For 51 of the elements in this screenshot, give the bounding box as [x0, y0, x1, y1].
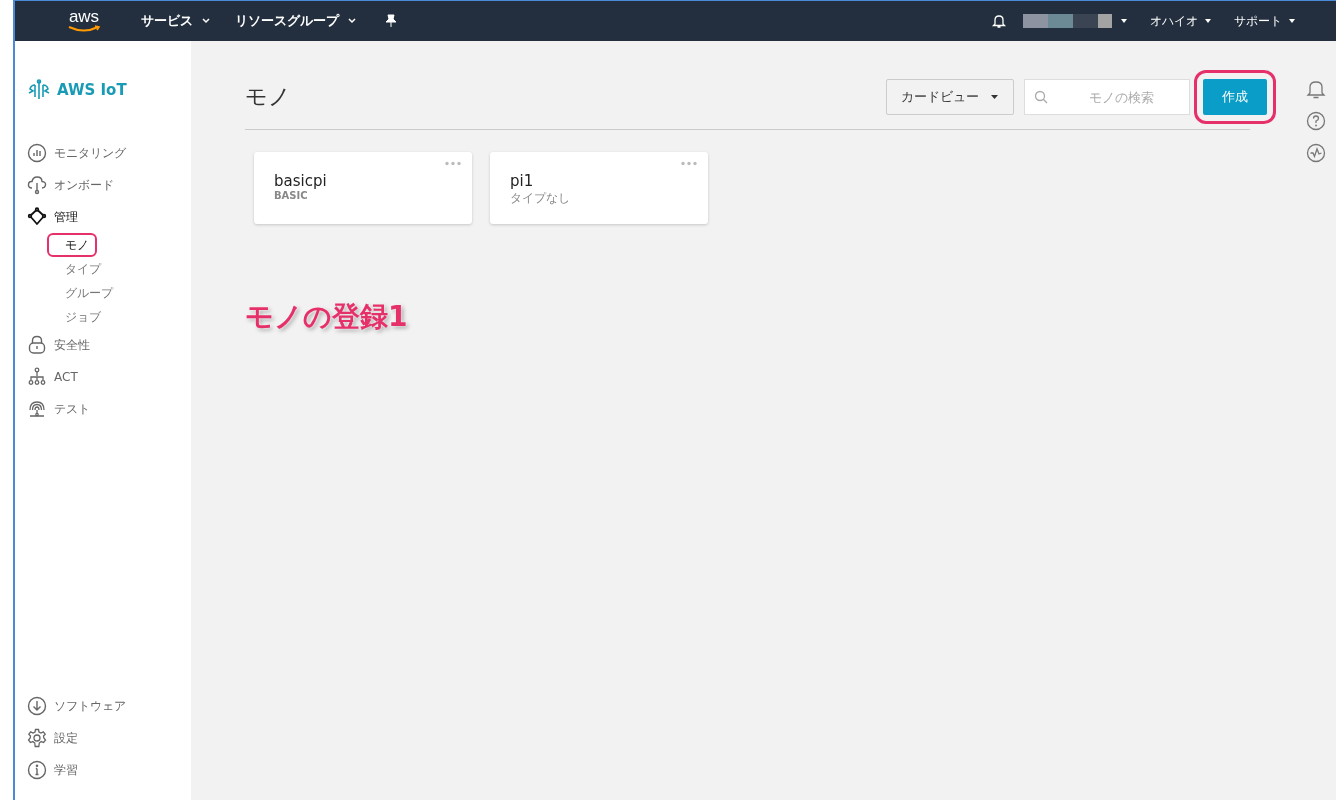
nav-item[interactable]: 管理 [27, 201, 191, 233]
nav-item[interactable]: 学習 [27, 754, 191, 786]
nav-item[interactable]: ソフトウェア [27, 690, 191, 722]
bell-icon[interactable] [991, 13, 1007, 29]
region-menu[interactable]: オハイオ [1150, 12, 1212, 30]
nav-item[interactable]: テスト [27, 393, 191, 425]
support-menu[interactable]: サポート [1234, 12, 1296, 30]
top-menu[interactable]: リソースグループ [235, 12, 357, 30]
network-icon [27, 207, 47, 227]
iot-logo-icon [27, 79, 51, 101]
thing-card[interactable]: basicpi BASIC [254, 152, 472, 224]
download-icon [27, 696, 47, 716]
caret-icon [1288, 18, 1296, 24]
nav-item[interactable]: オンボード [27, 169, 191, 201]
nav-subitem[interactable]: ジョブ [47, 305, 109, 329]
search-field[interactable]: モノの検索 [1024, 79, 1190, 115]
nav-item[interactable]: 安全性 [27, 329, 191, 361]
nav-item[interactable]: ACT [27, 361, 191, 393]
nav-subitem[interactable]: タイプ [47, 257, 109, 281]
caret-icon [1204, 18, 1212, 24]
hierarchy-icon [27, 367, 47, 387]
thing-type: BASIC [274, 190, 309, 201]
antenna-icon [27, 399, 47, 419]
search-icon [1034, 90, 1048, 104]
view-dropdown[interactable]: カードビュー [886, 79, 1014, 115]
annotation-caption: モノの登録1 [245, 299, 409, 335]
lock-icon [27, 335, 47, 355]
nav-item[interactable]: モニタリング [27, 137, 191, 169]
account-menu[interactable] [1023, 14, 1128, 28]
caret-icon [990, 94, 999, 100]
nav-subitem[interactable]: グループ [47, 281, 121, 305]
pin-icon[interactable] [385, 14, 397, 28]
top-menu[interactable]: サービス [141, 12, 211, 30]
thing-name: basicpi [274, 172, 328, 190]
nav-item[interactable]: 設定 [27, 722, 191, 754]
brand-title: AWS IoT [57, 81, 127, 99]
thing-type: タイプなし [510, 190, 571, 207]
aws-logo[interactable]: aws [67, 9, 101, 33]
page-title: モノ [245, 83, 291, 111]
chevron-icon [201, 17, 211, 25]
thing-card[interactable]: pi1 タイプなし [490, 152, 708, 224]
chart-icon [27, 143, 47, 163]
caret-icon [1120, 18, 1128, 24]
thing-name: pi1 [510, 172, 535, 190]
help-icon[interactable] [1306, 111, 1326, 131]
settings-icon [27, 728, 47, 748]
cloud-icon [27, 175, 47, 195]
chevron-icon [347, 17, 357, 25]
nav-subitem[interactable]: モノ [47, 233, 97, 257]
activity-icon[interactable] [1306, 143, 1326, 163]
info-icon [27, 760, 47, 780]
